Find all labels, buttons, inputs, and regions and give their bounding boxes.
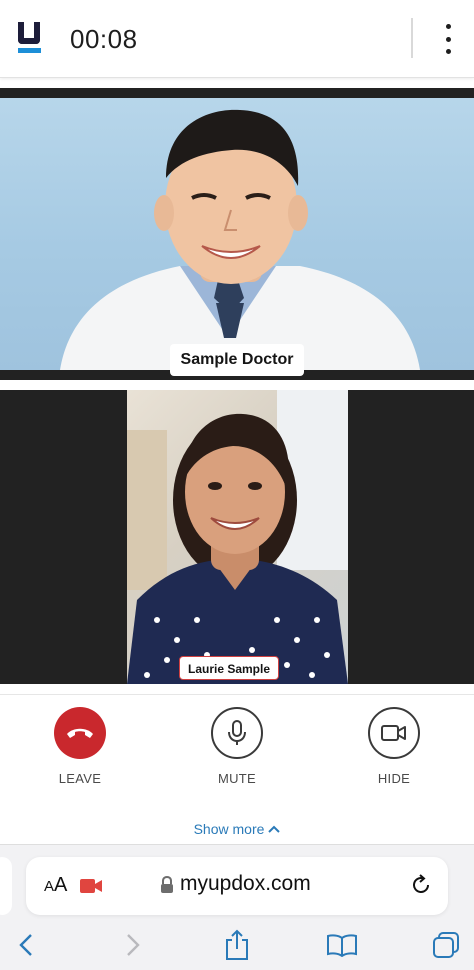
text-size-button[interactable]: AA <box>44 874 67 897</box>
mute-label: MUTE <box>217 771 257 786</box>
browser-toolbar: AA myupdox.com <box>0 844 474 970</box>
camera-in-use-icon[interactable] <box>80 878 104 894</box>
doctor-video-tile: Sample Doctor <box>0 88 474 380</box>
patient-portrait-image <box>127 390 348 684</box>
doctor-video-feed <box>0 98 474 370</box>
leave-button[interactable]: LEAVE <box>40 707 120 786</box>
back-arrow-icon[interactable] <box>10 929 42 961</box>
microphone-icon <box>211 707 263 759</box>
call-timer: 00:08 <box>70 24 138 54</box>
hang-up-icon <box>54 707 106 759</box>
video-camera-icon <box>368 707 420 759</box>
mute-button[interactable]: MUTE <box>197 707 277 786</box>
hide-video-button[interactable]: HIDE <box>354 707 434 786</box>
show-more-button[interactable]: Show more <box>0 821 474 837</box>
share-icon[interactable] <box>221 929 253 961</box>
bookmarks-icon[interactable] <box>326 929 358 961</box>
forward-arrow-icon[interactable] <box>117 929 149 961</box>
browser-nav-row <box>0 925 474 965</box>
lock-icon <box>161 876 173 893</box>
patient-video-feed <box>127 390 348 684</box>
patient-name-tag: Laurie Sample <box>179 656 279 680</box>
doctor-name-tag: Sample Doctor <box>170 344 304 376</box>
address-bar[interactable]: AA myupdox.com <box>26 857 448 915</box>
show-more-label: Show more <box>193 821 265 837</box>
leave-label: LEAVE <box>58 771 102 786</box>
header-divider <box>411 18 413 58</box>
call-header: 00:08 <box>0 0 474 78</box>
url-text: myupdox.com <box>180 872 311 895</box>
hide-label: HIDE <box>377 771 411 786</box>
updox-logo <box>18 22 42 54</box>
call-controls: LEAVE MUTE HIDE Show more <box>0 694 474 844</box>
patient-video-tile: Laurie Sample <box>0 390 474 684</box>
previous-tab-edge[interactable] <box>0 857 12 915</box>
doctor-portrait-image <box>60 109 420 370</box>
tabs-icon[interactable] <box>430 929 462 961</box>
reload-icon[interactable] <box>409 873 433 897</box>
more-options-menu-icon[interactable] <box>436 24 460 54</box>
chevron-up-icon <box>268 825 281 833</box>
